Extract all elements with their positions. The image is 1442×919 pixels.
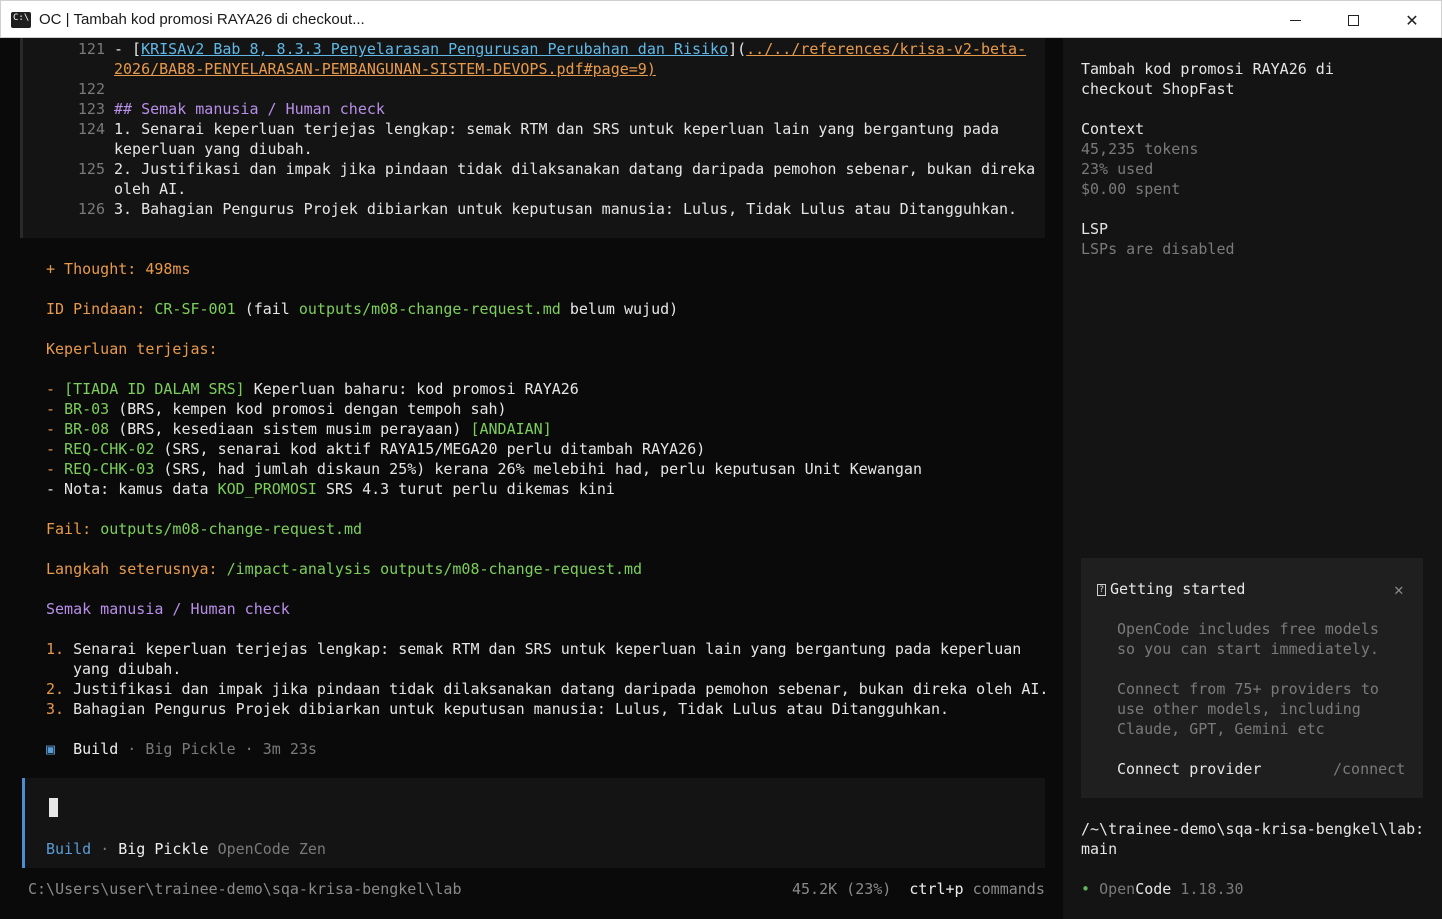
build-mode-icon: ▣ [46,740,56,758]
code-line: 1. Senarai keperluan terjejas lengkap: s… [114,120,1000,138]
input-mode-line: Build · Big Pickle OpenCode Zen [46,840,326,858]
reference-path[interactable]: ../../references/krisa-v2-beta- [746,40,1026,58]
code-line: - [KRISAv2 Bab 8, 8.3.3 Penyelarasan Pen… [114,40,1027,58]
session-title-cont: checkout ShopFast [1081,80,1235,98]
text-cursor [49,798,58,817]
context-heading: Context [1081,120,1145,138]
terminal-app-icon [11,12,31,28]
code-line-continuation: keperluan yang diubah. [114,140,313,158]
code-line-heading: ## Semak manusia / Human check [114,100,385,118]
list-item-note: - Nota: kamus data KOD_PROMOSI SRS 4.3 t… [46,480,615,498]
line-number: 122 [77,80,105,98]
list-item: - REQ-CHK-03 (SRS, had jumlah diskaun 25… [46,460,922,478]
lsp-status: LSPs are disabled [1081,240,1235,258]
close-window-button[interactable]: ✕ [1383,1,1441,39]
token-usage: 45.2K (23%) [792,880,892,898]
list-item: - BR-08 (BRS, kesediaan sistem musim per… [46,420,552,438]
maximize-button[interactable] [1324,1,1382,39]
card-text: so you can start immediately. [1117,640,1379,658]
session-title: Tambah kod promosi RAYA26 di [1081,60,1334,78]
check-item: 3. Bahagian Pengurus Projek dibiarkan un… [46,700,950,718]
thought-line[interactable]: + Thought: 498ms [46,260,191,278]
file-line: Fail: outputs/m08-change-request.md [46,520,363,538]
code-line-continuation: oleh AI. [114,180,187,198]
human-check-heading: Semak manusia / Human check [46,600,290,618]
check-item: 2. Justifikasi dan impak jika pindaan ti… [46,680,1049,698]
line-number: 121 [77,40,105,58]
reference-path-cont[interactable]: 2026/BAB8-PENYELARASAN-PEMBANGUNAN-SISTE… [114,60,656,78]
status-right: 45.2K (23%) ctrl+p commands [792,880,1045,898]
code-line: 3. Bahagian Pengurus Projek dibiarkan un… [114,200,1018,218]
mode-selector[interactable]: Build [46,840,91,858]
context-used: 23% used [1081,160,1154,178]
card-title: ? Getting started [1097,580,1246,598]
card-text: OpenCode includes free models [1117,620,1379,638]
shortcut-key: ctrl+p [909,880,964,898]
connect-provider-button[interactable]: Connect provider [1117,760,1262,778]
dismiss-card-button[interactable]: ✕ [1394,580,1404,599]
card-text: Connect from 75+ providers to [1117,680,1379,698]
code-line: 2. Justifikasi dan impak jika pindaan ti… [114,160,1036,178]
card-text: use other models, including [1117,700,1361,718]
check-item-continuation: yang diubah. [73,660,182,678]
git-branch: main [1081,840,1118,858]
model-selector[interactable]: Big Pickle [118,840,208,858]
message-footer: ▣ Build · Big Pickle · 3m 23s [46,740,317,758]
change-id-line: ID Pindaan: CR-SF-001 (fail outputs/m08-… [46,300,679,318]
window-title: OC | Tambah kod promosi RAYA26 di checko… [39,11,365,28]
context-tokens: 45,235 tokens [1081,140,1199,158]
line-number: 124 [77,120,105,138]
close-icon: ✕ [1405,10,1419,30]
line-number: 126 [77,200,105,218]
app-version-line: • OpenCode 1.18.30 [1081,880,1244,898]
reference-link[interactable]: KRISAv2 Bab 8, 8.3.3 Penyelarasan Pengur… [141,40,728,58]
minimize-icon [1289,19,1301,21]
lsp-heading: LSP [1081,220,1109,238]
list-item: - REQ-CHK-02 (SRS, senarai kod aktif RAY… [46,440,706,458]
minimize-button[interactable] [1266,1,1324,39]
maximize-icon [1347,14,1359,26]
workspace-path: /~\trainee-demo\sqa-krisa-bengkel\lab: [1081,820,1425,838]
context-spent: $0.00 spent [1081,180,1181,198]
line-number: 123 [77,100,105,118]
commands-shortcut[interactable]: commands [973,880,1045,898]
help-icon: ? [1097,583,1106,596]
affected-heading: Keperluan terjejas: [46,340,218,358]
getting-started-card: ? Getting started ✕ OpenCode includes fre… [1081,558,1423,798]
prompt-input[interactable]: Build · Big Pickle OpenCode Zen [22,778,1045,868]
status-dot-icon: • [1081,880,1091,898]
code-line-continuation: 2026/BAB8-PENYELARASAN-PEMBANGUNAN-SISTE… [114,60,656,78]
check-item: 1. Senarai keperluan terjejas lengkap: s… [46,640,1022,658]
list-item: - [TIADA ID DALAM SRS] Keperluan baharu:… [46,380,579,398]
cwd-path: C:\Users\user\trainee-demo\sqa-krisa-ben… [28,880,462,898]
card-text: Claude, GPT, Gemini etc [1117,720,1325,738]
session-sidebar: Tambah kod promosi RAYA26 di checkout Sh… [1063,38,1442,919]
file-preview-block: 121 - [KRISAv2 Bab 8, 8.3.3 Penyelarasan… [20,38,1045,238]
connect-command: /connect [1333,760,1406,778]
title-bar: OC | Tambah kod promosi RAYA26 di checko… [0,0,1442,38]
next-step-line: Langkah seterusnya: /impact-analysis out… [46,560,643,578]
line-number: 125 [77,160,105,178]
close-icon: ✕ [1394,580,1404,599]
conversation-pane[interactable]: 121 - [KRISAv2 Bab 8, 8.3.3 Penyelarasan… [0,38,1062,919]
list-item: - BR-03 (BRS, kempen kod promosi dengan … [46,400,507,418]
